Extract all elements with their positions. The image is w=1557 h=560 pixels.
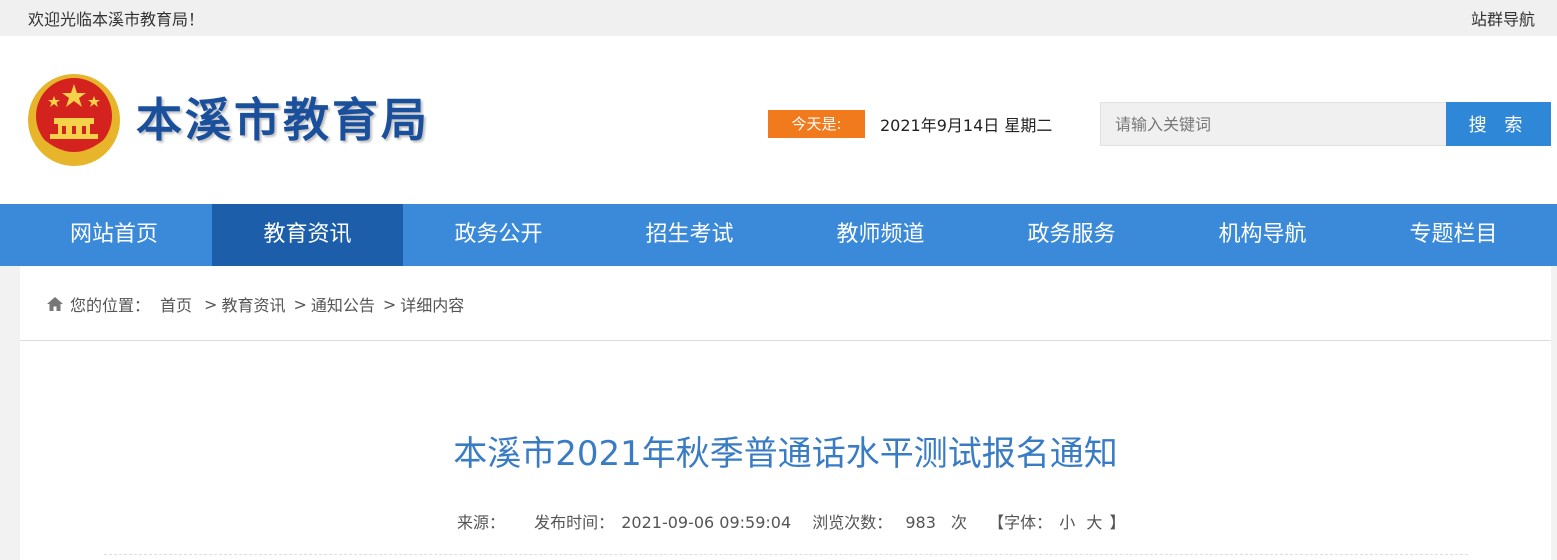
nav-item-institution-nav[interactable]: 机构导航 <box>1167 204 1358 266</box>
national-emblem-icon <box>28 74 120 166</box>
breadcrumb-home[interactable]: 首页 <box>160 292 192 316</box>
welcome-text: 欢迎光临本溪市教育局！ <box>28 10 205 29</box>
search-button[interactable]: 搜 索 <box>1446 102 1551 146</box>
meta-divider <box>104 554 1468 555</box>
font-size-close: 】 <box>1109 513 1126 532</box>
nav-item-admissions-exams[interactable]: 招生考试 <box>594 204 785 266</box>
content-panel: 您的位置： 首页 > 教育资讯 > 通知公告 > 详细内容 本溪市2021年秋季… <box>20 266 1551 560</box>
nav-item-government-affairs[interactable]: 政务公开 <box>403 204 594 266</box>
breadcrumb-separator: > <box>293 294 307 314</box>
today-date: 2021年9月14日 星期二 <box>880 116 1053 135</box>
source-label: 来源： <box>457 513 506 532</box>
font-large-button[interactable]: 大 <box>1086 513 1102 532</box>
article-title: 本溪市2021年秋季普通话水平测试报名通知 <box>453 434 1118 474</box>
article-meta: 来源： 发布时间： 2021-09-06 09:59:04 浏览次数： 983 … <box>457 509 1127 533</box>
nav-item-special-topics[interactable]: 专题栏目 <box>1358 204 1549 266</box>
views-count: 983 <box>905 513 936 532</box>
breadcrumb-separator: > <box>382 294 397 314</box>
site-title: 本溪市教育局 <box>136 93 430 147</box>
nav-item-teacher-channel[interactable]: 教师频道 <box>785 204 976 266</box>
publish-time: 2021-09-06 09:59:04 <box>621 513 792 532</box>
today-label: 今天是: <box>768 110 865 138</box>
font-size-label: 【字体： <box>988 513 1053 532</box>
nav-item-education-news[interactable]: 教育资讯 <box>212 204 403 266</box>
nav-item-home[interactable]: 网站首页 <box>0 204 212 266</box>
header: 本溪市教育局 今天是: 2021年9月14日 星期二 搜 索 <box>0 36 1557 204</box>
divider <box>20 340 1551 341</box>
breadcrumb: 您的位置： 首页 > 教育资讯 > 通知公告 > 详细内容 <box>46 292 468 316</box>
search-input[interactable] <box>1100 102 1446 146</box>
home-icon <box>47 297 63 311</box>
breadcrumb-prefix: 您的位置： <box>70 296 151 315</box>
breadcrumb-separator: > <box>204 294 218 314</box>
views-label: 浏览次数： <box>812 513 893 532</box>
views-unit: 次 <box>951 513 968 532</box>
main-nav: 网站首页 教育资讯 政务公开 招生考试 教师频道 政务服务 机构导航 专题栏目 <box>0 204 1557 266</box>
publish-label: 发布时间： <box>534 513 615 532</box>
font-small-button[interactable]: 小 <box>1059 513 1075 532</box>
breadcrumb-education-news[interactable]: 教育资讯 <box>221 292 285 316</box>
nav-item-government-services[interactable]: 政务服务 <box>976 204 1167 266</box>
breadcrumb-notices[interactable]: 通知公告 <box>311 292 375 316</box>
top-bar: 欢迎光临本溪市教育局！ 站群导航 <box>0 0 1557 36</box>
site-group-nav-link[interactable]: 站群导航 <box>1471 6 1535 30</box>
breadcrumb-detail: 详细内容 <box>400 296 465 315</box>
